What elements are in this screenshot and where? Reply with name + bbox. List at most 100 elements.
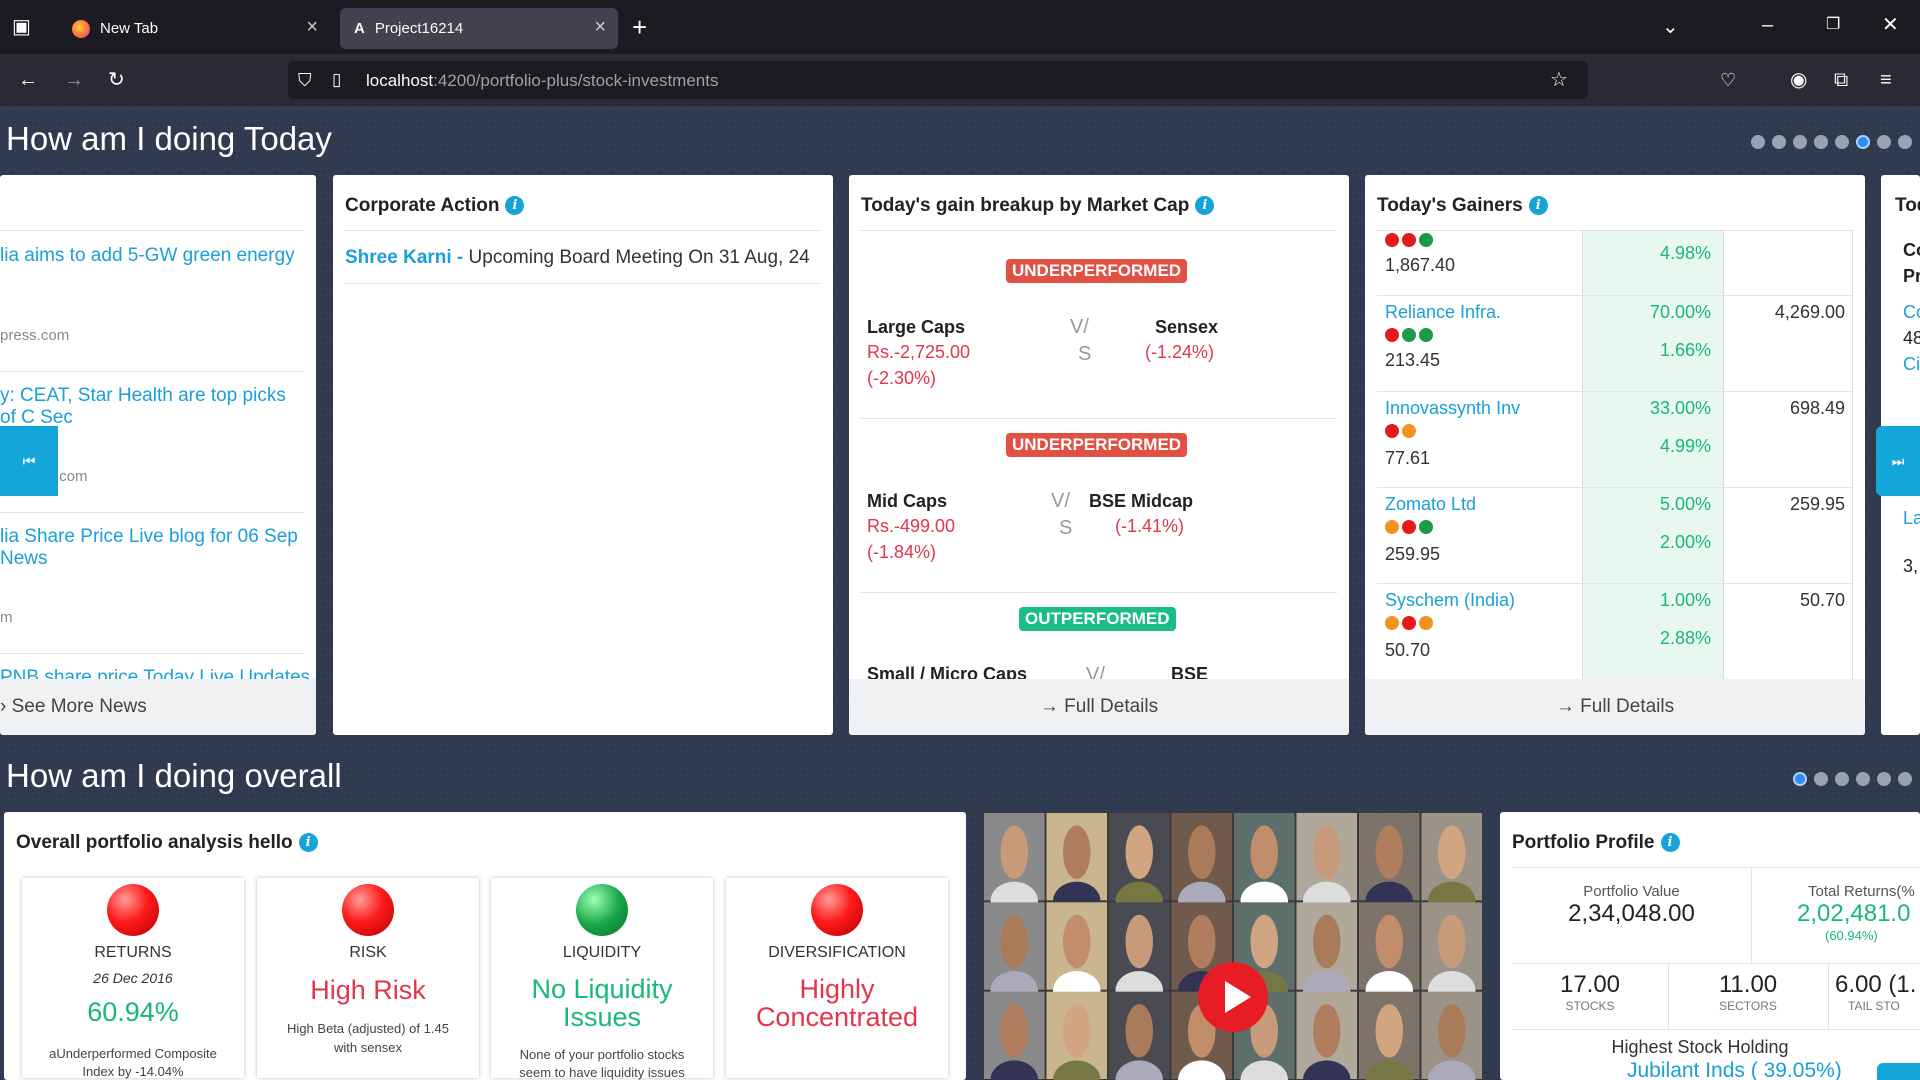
bookmark-star-icon[interactable]: ☆ bbox=[1550, 69, 1568, 91]
new-tab-button[interactable]: + bbox=[632, 12, 647, 42]
carousel-dot[interactable] bbox=[1877, 135, 1891, 149]
kpi-risk[interactable]: RISK High Risk High Beta (adjusted) of 1… bbox=[257, 878, 479, 1078]
carousel-dot[interactable] bbox=[1856, 772, 1870, 786]
kpi-label: RETURNS bbox=[94, 944, 172, 961]
overall-title: How am I doing overall bbox=[6, 757, 342, 794]
info-icon[interactable]: i bbox=[1528, 196, 1548, 215]
back-icon[interactable]: ← bbox=[18, 69, 38, 91]
extensions-icon[interactable]: ⧉ bbox=[1834, 69, 1848, 91]
overall-carousel-dots bbox=[1793, 772, 1912, 786]
shield-icon[interactable]: ⛉ bbox=[298, 69, 312, 91]
carousel-dot-active[interactable] bbox=[1793, 772, 1807, 786]
total-returns-block: Total Returns(% 2,02,481.0 (60.94%) bbox=[1797, 883, 1915, 943]
full-details-link[interactable]: → Full Details bbox=[849, 679, 1349, 735]
play-button[interactable] bbox=[1198, 962, 1268, 1032]
carousel-dot[interactable] bbox=[1814, 135, 1828, 149]
carousel-dot[interactable] bbox=[1877, 772, 1891, 786]
kpi-value: High Risk bbox=[310, 975, 426, 1005]
full-details-link[interactable]: → Full Details bbox=[1365, 679, 1865, 735]
today-carousel-dots bbox=[1751, 135, 1912, 149]
full-details-label: Full Details bbox=[1064, 696, 1159, 717]
account-icon[interactable]: ◉ bbox=[1790, 69, 1807, 91]
corporate-action-item[interactable]: Shree Karni - Upcoming Board Meeting On … bbox=[345, 247, 810, 269]
partial-line[interactable]: La bbox=[1903, 505, 1920, 531]
close-window-icon[interactable]: ✕ bbox=[1882, 14, 1899, 36]
list-all-tabs-icon[interactable]: ⌄ bbox=[1662, 16, 1679, 38]
carousel-prev-button[interactable]: ⏮ bbox=[0, 426, 58, 496]
tail-label: TAIL STO bbox=[1848, 999, 1900, 1013]
news-source: m bbox=[0, 609, 13, 626]
carousel-next-button[interactable]: ⏭ bbox=[1876, 426, 1920, 496]
cap-label: Small / Micro Caps bbox=[867, 664, 1028, 679]
url-text[interactable]: localhost:4200/portfolio-plus/stock-inve… bbox=[366, 71, 718, 91]
day-change: 4.99% bbox=[1659, 436, 1711, 456]
kpi-returns[interactable]: RETURNS 26 Dec 2016 60.94% aUnderperform… bbox=[22, 878, 244, 1079]
stock-price: 259.95 bbox=[1385, 544, 1441, 564]
tab-list-icon[interactable]: ▣ bbox=[12, 16, 31, 38]
carousel-next-button[interactable] bbox=[1877, 1063, 1920, 1080]
info-icon[interactable]: i bbox=[1660, 833, 1680, 852]
vs-label: S bbox=[1059, 517, 1073, 539]
see-more-label: See More News bbox=[11, 696, 147, 717]
participant-face bbox=[1438, 825, 1466, 879]
restore-icon[interactable]: ❐ bbox=[1826, 14, 1840, 36]
carousel-dot[interactable] bbox=[1793, 135, 1807, 149]
stock-name[interactable]: Syschem (India) bbox=[1385, 590, 1515, 611]
card-title: Portfolio Profile i bbox=[1512, 832, 1680, 854]
see-more-news[interactable]: › See More News bbox=[0, 679, 316, 735]
news-headline[interactable]: lia aims to add 5-GW green energy bbox=[0, 245, 295, 267]
close-tab-icon[interactable]: × bbox=[306, 17, 318, 37]
stock-name[interactable]: Zomato Ltd bbox=[1385, 494, 1476, 515]
partial-lines: Co Pr Co 48 Cit RE 60 La 3, bbox=[1903, 237, 1920, 579]
company-link[interactable]: Shree Karni - bbox=[345, 247, 463, 268]
tab-new-tab[interactable]: New Tab × bbox=[58, 8, 330, 49]
kpi-date: 26 Dec 2016 bbox=[93, 970, 173, 986]
participant-face bbox=[1375, 1004, 1403, 1058]
carousel-dot[interactable] bbox=[1898, 772, 1912, 786]
highest-holding-value[interactable]: Jubilant Inds ( 39.05%) bbox=[1627, 1059, 1842, 1080]
kpi-value: 60.94% bbox=[87, 997, 179, 1027]
signal-dots bbox=[1385, 424, 1419, 443]
gainers-card: Today's Gainers i 1,867.40 4.98% Reliance… bbox=[1365, 175, 1865, 735]
partial-line: 48 bbox=[1903, 328, 1920, 348]
info-icon[interactable]: i bbox=[1195, 196, 1215, 215]
stock-name[interactable]: Reliance Infra. bbox=[1385, 302, 1501, 323]
carousel-dot[interactable] bbox=[1814, 772, 1828, 786]
stock-price: 213.45 bbox=[1385, 350, 1441, 370]
news-headline[interactable]: lia Share Price Live blog for 06 Sep New… bbox=[0, 526, 300, 570]
minimize-icon[interactable]: – bbox=[1762, 14, 1773, 36]
sectors-label: SECTORS bbox=[1719, 999, 1777, 1013]
carousel-dot[interactable] bbox=[1751, 135, 1765, 149]
menu-icon[interactable]: ≡ bbox=[1880, 69, 1892, 91]
carousel-dot[interactable] bbox=[1835, 772, 1849, 786]
forward-icon[interactable]: → bbox=[64, 69, 84, 91]
carousel-dot[interactable] bbox=[1898, 135, 1912, 149]
carousel-dot-active[interactable] bbox=[1856, 135, 1870, 149]
participant-face bbox=[1188, 914, 1216, 969]
holding-change: 70.00% bbox=[1649, 302, 1711, 322]
sectors-count: 11.00 bbox=[1718, 971, 1778, 998]
cap-amount: Rs.-499.00 bbox=[867, 516, 956, 536]
index-pct: (-1.24%) bbox=[1145, 342, 1215, 362]
carousel-dot[interactable] bbox=[1835, 135, 1849, 149]
info-icon[interactable]: i bbox=[505, 196, 525, 215]
video-thumbnail[interactable] bbox=[983, 812, 1483, 1080]
signal-dots bbox=[1385, 328, 1436, 347]
signal-dots bbox=[1385, 233, 1436, 252]
pocket-icon[interactable]: ♡ bbox=[1720, 69, 1736, 91]
kpi-liquidity[interactable]: LIQUIDITY No Liquidity Issues None of yo… bbox=[491, 878, 713, 1080]
carousel-dot[interactable] bbox=[1772, 135, 1786, 149]
tab-project[interactable]: A Project16214 × bbox=[340, 8, 618, 49]
reload-icon[interactable]: ↻ bbox=[108, 69, 125, 91]
participant-face bbox=[1000, 914, 1028, 969]
stock-name[interactable]: Innovassynth Inv bbox=[1385, 398, 1520, 419]
close-tab-icon[interactable]: × bbox=[594, 17, 606, 37]
news-headline[interactable]: y: CEAT, Star Health are top picks of C … bbox=[0, 385, 300, 429]
partial-line[interactable]: Co bbox=[1903, 299, 1920, 325]
red-indicator-icon bbox=[811, 884, 863, 936]
partial-line[interactable]: Cit bbox=[1903, 351, 1920, 377]
info-icon[interactable]: i bbox=[298, 833, 318, 852]
corporate-action-card: Corporate Action i Shree Karni - Upcoming… bbox=[333, 175, 833, 735]
participant-face bbox=[1313, 914, 1341, 969]
kpi-diversification[interactable]: DIVERSIFICATION Highly Concentrated bbox=[726, 878, 948, 1078]
